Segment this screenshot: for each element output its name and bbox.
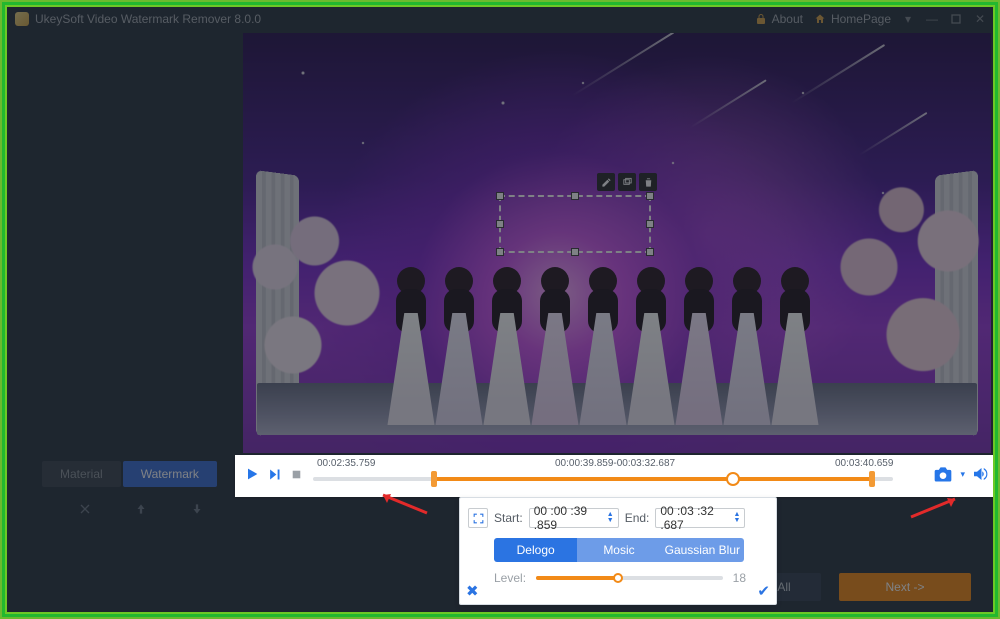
app-title: UkeySoft Video Watermark Remover 8.0.0 <box>35 12 261 26</box>
timeline-range-end-handle[interactable] <box>869 471 875 487</box>
maximize-icon[interactable] <box>949 12 963 26</box>
scene-people <box>381 235 833 425</box>
delete-icon[interactable] <box>77 501 93 517</box>
handle-tr[interactable] <box>646 192 654 200</box>
app-window: UkeySoft Video Watermark Remover 8.0.0 A… <box>7 5 993 615</box>
watermark-selection[interactable] <box>499 195 651 253</box>
level-slider-thumb[interactable] <box>613 573 623 583</box>
titlebar: UkeySoft Video Watermark Remover 8.0.0 A… <box>7 5 993 33</box>
timeline-end-time: 00:03:40.659 <box>835 458 893 469</box>
method-segmented: Delogo Mosic Gaussian Blur <box>494 538 744 562</box>
left-panel: Material Watermark <box>17 45 227 605</box>
timeline-track[interactable] <box>313 477 893 481</box>
next-button[interactable]: Next -> <box>839 573 971 601</box>
level-value: 18 <box>733 571 746 585</box>
popup-cancel-icon[interactable]: ✖ <box>466 582 479 600</box>
scene-ground <box>243 283 991 453</box>
close-icon[interactable]: ✕ <box>973 12 987 26</box>
start-time-value: 00 :00 :39 .859 <box>534 504 603 532</box>
timeline-range-fill <box>433 477 873 481</box>
about-link[interactable]: About <box>754 12 803 26</box>
handle-tc[interactable] <box>571 192 579 200</box>
end-time-value: 00 :03 :32 .687 <box>660 504 729 532</box>
seg-delogo[interactable]: Delogo <box>494 538 577 562</box>
level-slider[interactable] <box>536 576 723 580</box>
home-icon <box>813 12 827 26</box>
move-up-icon[interactable] <box>133 501 149 517</box>
timeline-playhead[interactable] <box>726 472 740 486</box>
video-preview[interactable] <box>243 33 991 453</box>
end-time-input[interactable]: 00 :03 :32 .687 ▲ ▼ <box>655 508 745 528</box>
start-spin-down-icon[interactable]: ▼ <box>607 518 614 524</box>
popup-confirm-icon[interactable]: ✔ <box>757 582 770 600</box>
timeline-bar: 00:02:35.759 00:00:39.859-00:03:32.687 0… <box>235 455 993 497</box>
handle-tl[interactable] <box>496 192 504 200</box>
start-label: Start: <box>494 511 523 525</box>
snapshot-menu-icon[interactable]: ▾ <box>960 469 965 480</box>
play-icon[interactable] <box>243 465 261 483</box>
handle-br[interactable] <box>646 248 654 256</box>
timeline-range: 00:00:39.859-00:03:32.687 <box>555 458 675 469</box>
app-logo-icon <box>15 12 29 26</box>
tab-watermark[interactable]: Watermark <box>123 461 217 487</box>
homepage-link[interactable]: HomePage <box>813 12 891 26</box>
lock-icon <box>754 12 768 26</box>
minimize-icon[interactable]: ― <box>925 12 939 26</box>
selection-duplicate-icon[interactable] <box>618 173 636 191</box>
menu-dropdown-icon[interactable]: ▾ <box>901 12 915 26</box>
timeline-start-time: 00:02:35.759 <box>317 458 375 469</box>
selection-delete-icon[interactable] <box>639 173 657 191</box>
timeline-range-start-handle[interactable] <box>431 471 437 487</box>
watermark-settings-popup: Start: 00 :00 :39 .859 ▲ ▼ End: 00 :03 :… <box>459 497 777 605</box>
selection-edit-icon[interactable] <box>597 173 615 191</box>
start-time-input[interactable]: 00 :00 :39 .859 ▲ ▼ <box>529 508 619 528</box>
fullscreen-icon[interactable] <box>468 508 488 528</box>
handle-bl[interactable] <box>496 248 504 256</box>
handle-mr[interactable] <box>646 220 654 228</box>
annotation-arrow-left <box>377 491 429 515</box>
selection-toolbar <box>597 173 657 191</box>
handle-bc[interactable] <box>571 248 579 256</box>
end-spin-down-icon[interactable]: ▼ <box>733 518 740 524</box>
annotation-arrow-right <box>909 495 961 519</box>
end-label: End: <box>625 511 650 525</box>
stop-icon[interactable] <box>287 465 305 483</box>
move-down-icon[interactable] <box>189 501 205 517</box>
handle-ml[interactable] <box>496 220 504 228</box>
seg-mosaic[interactable]: Mosic <box>577 538 660 562</box>
tab-material[interactable]: Material <box>42 461 121 487</box>
level-label: Level: <box>494 571 526 585</box>
step-icon[interactable] <box>265 465 283 483</box>
volume-icon[interactable] <box>969 463 991 485</box>
snapshot-icon[interactable] <box>932 463 954 485</box>
seg-gaussian[interactable]: Gaussian Blur <box>661 538 744 562</box>
